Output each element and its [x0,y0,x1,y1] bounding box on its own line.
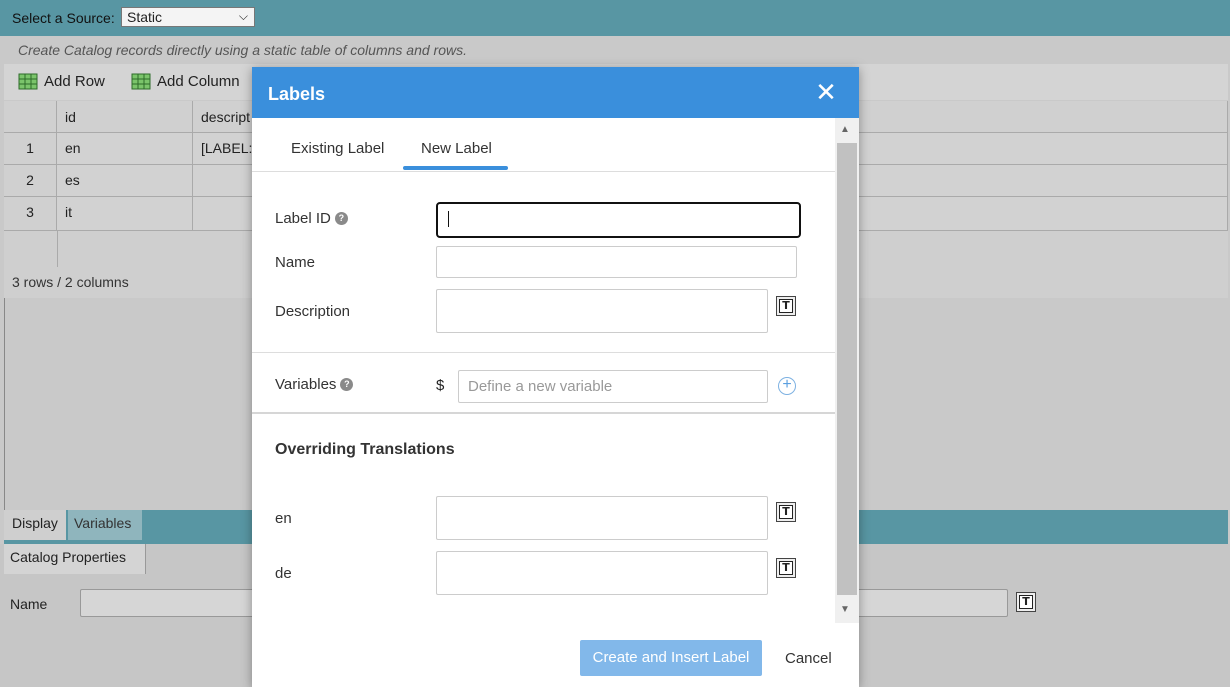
help-icon[interactable]: ? [334,212,348,225]
table-add-row-icon [18,73,38,90]
tab-variables[interactable]: Variables [68,510,142,540]
grid-corner-header [4,101,57,133]
translation-label-de: de [275,565,292,582]
source-select[interactable]: Static ⌵ [121,7,255,27]
tab-catalog-properties[interactable]: Catalog Properties [4,544,146,574]
name-label: Name [10,596,48,612]
close-icon[interactable]: ✕ [814,79,838,105]
label-id-text: Label ID [275,210,331,227]
grid-cell-id[interactable]: en [57,133,193,165]
add-row-button[interactable]: Add Row [18,72,105,90]
label-description-input[interactable] [436,289,768,333]
divider [252,352,835,353]
tab-display[interactable]: Display [4,510,66,540]
new-variable-input[interactable]: Define a new variable [458,370,768,403]
text-format-icon: T [1019,595,1033,609]
text-format-icon: T [779,299,793,313]
tab-new-label[interactable]: New Label [421,140,492,157]
divider [252,412,835,414]
row-number[interactable]: 2 [4,165,57,197]
translation-de-text-editor-button[interactable]: T [776,558,796,578]
add-column-button[interactable]: Add Column [131,72,240,90]
scrollbar-thumb[interactable] [837,143,857,595]
scroll-up-icon[interactable]: ▲ [840,124,850,135]
help-icon[interactable]: ? [340,378,354,391]
name-field-label: Name [275,254,316,271]
label-id-label: Label ID ? [275,210,348,227]
add-variable-icon[interactable]: + [778,377,796,395]
table-add-column-icon [131,73,151,90]
text-format-icon: T [779,561,793,575]
active-tab-indicator [403,166,508,170]
dialog-title: Labels [268,84,326,104]
label-name-input[interactable] [436,246,797,278]
variables-text: Variables [275,376,337,393]
source-label: Select a Source: [12,10,115,26]
overriding-translations-title: Overriding Translations [275,441,455,458]
grid-cell-id[interactable]: it [57,197,193,231]
divider [252,171,835,172]
grid-cell-id[interactable]: es [57,165,193,197]
column-header-id[interactable]: id [57,101,193,133]
row-number[interactable]: 1 [4,133,57,165]
description-field-label: Description [275,303,351,320]
cancel-button[interactable]: Cancel [785,650,832,667]
variable-prefix: $ [436,377,445,394]
translation-input-de[interactable] [436,551,768,595]
translation-label-en: en [275,510,292,527]
text-editor-button[interactable]: T [1016,592,1036,612]
translation-en-text-editor-button[interactable]: T [776,502,796,522]
source-description: Create Catalog records directly using a … [18,42,467,58]
tab-existing-label[interactable]: Existing Label [291,140,384,157]
text-caret [448,211,449,227]
variables-label: Variables ? [275,376,354,393]
grid-empty-row [4,231,58,267]
text-format-icon: T [779,505,793,519]
row-number[interactable]: 3 [4,197,57,231]
scroll-down-icon[interactable]: ▼ [840,604,850,615]
source-select-value: Static [127,9,163,25]
add-row-label: Add Row [44,72,105,90]
grid-status: 3 rows / 2 columns [12,274,129,290]
dialog-header [252,67,859,118]
create-and-insert-label-button[interactable]: Create and Insert Label [580,640,762,676]
label-id-input[interactable] [436,202,801,238]
chevron-down-icon: ⌵ [238,9,248,23]
translation-input-en[interactable] [436,496,768,540]
add-column-label: Add Column [157,72,240,90]
description-text-editor-button[interactable]: T [776,296,796,316]
